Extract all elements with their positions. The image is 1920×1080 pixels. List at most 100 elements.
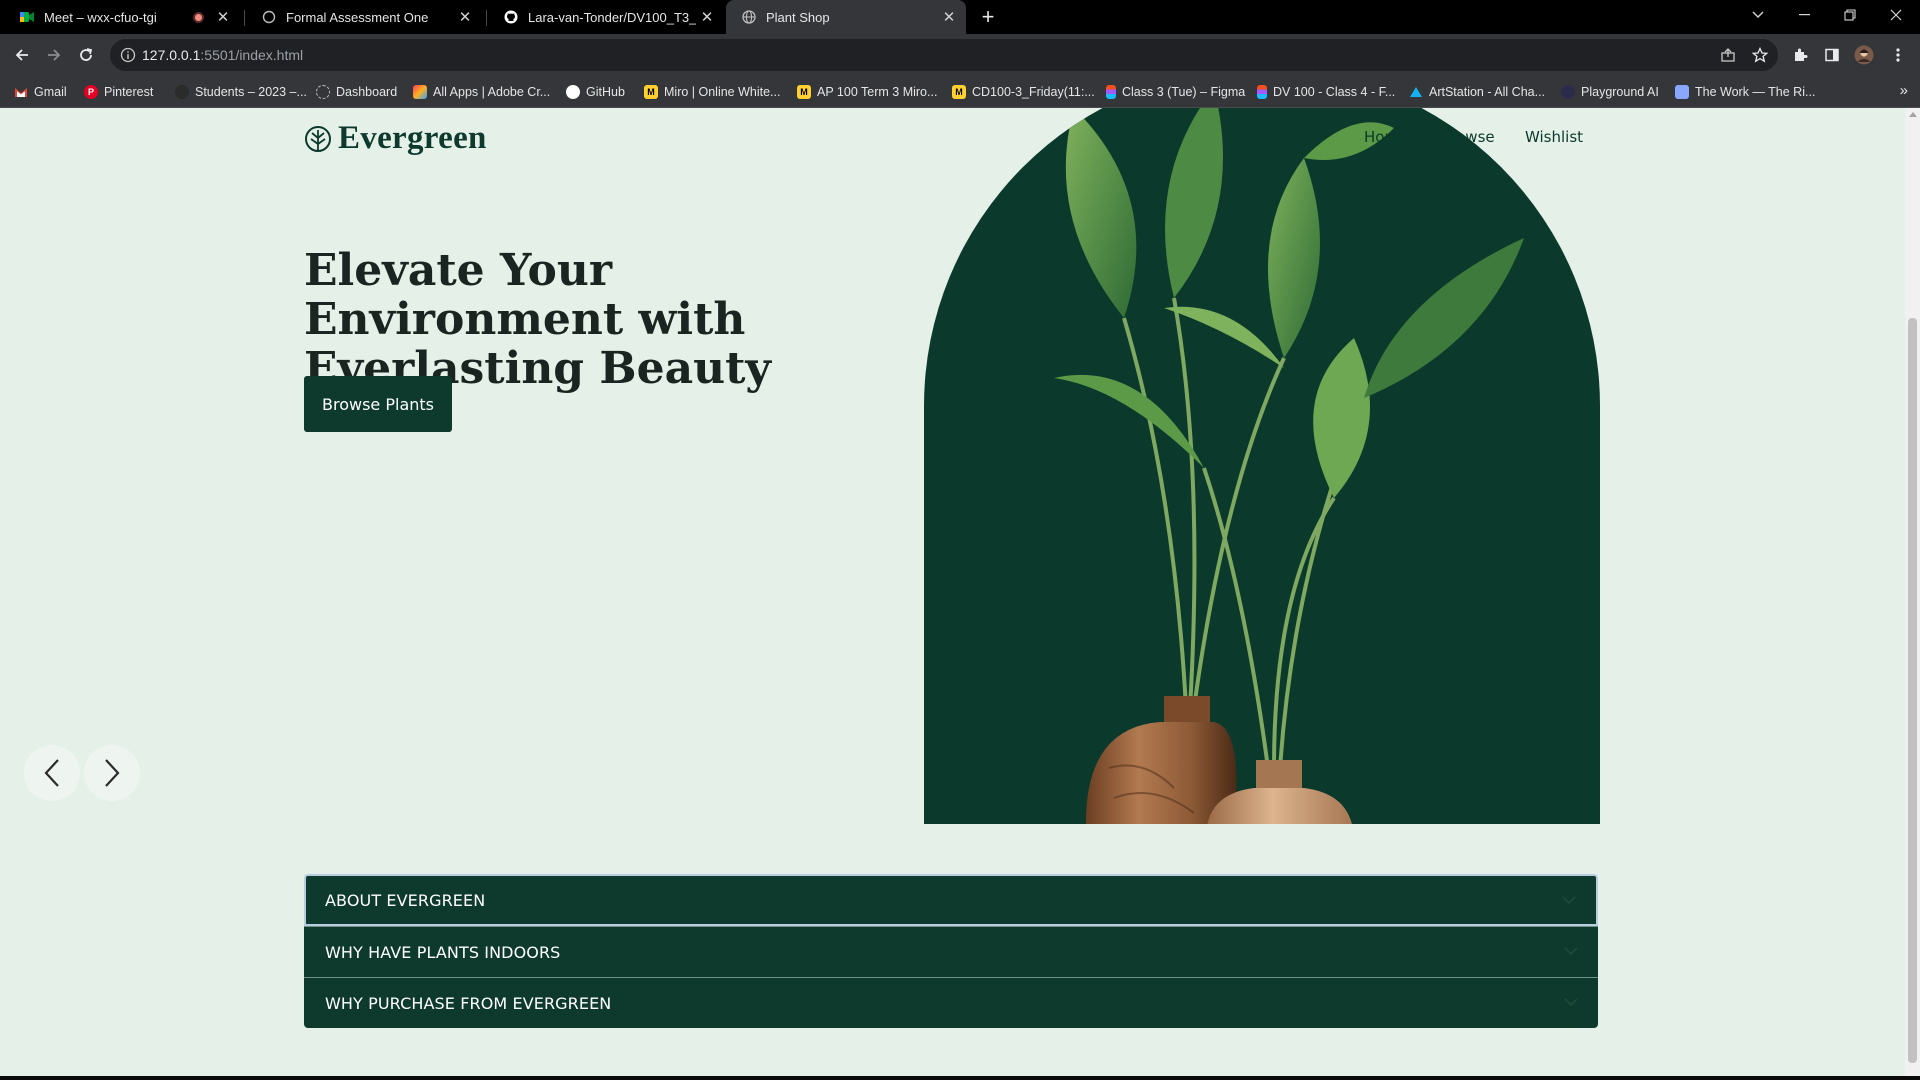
chevron-down-icon (1562, 896, 1576, 904)
brand-logo[interactable]: Evergreen (304, 120, 487, 157)
share-icon[interactable] (1714, 41, 1742, 69)
accordion-why-purchase[interactable]: WHY PURCHASE FROM EVERGREEN (304, 977, 1598, 1028)
back-button[interactable] (8, 41, 36, 69)
tab-title: Plant Shop (766, 9, 830, 25)
tab-divider (244, 10, 245, 26)
circle-icon (175, 85, 189, 99)
bookmark-cd100-miro[interactable]: M CD100-3_Friday(11:... (952, 83, 1095, 101)
tab-plant-shop[interactable]: Plant Shop ✕ (726, 0, 966, 34)
pinterest-icon: P (84, 85, 98, 99)
tab-title: Formal Assessment One (286, 9, 429, 25)
figma-icon (1106, 85, 1116, 99)
nav-home[interactable]: Home (1364, 128, 1408, 146)
reload-button[interactable] (72, 41, 100, 69)
carousel-prev-button[interactable] (24, 745, 80, 801)
browser-toolbar: 127.0.0.1:5501/index.html (0, 34, 1920, 76)
accordion-label: ABOUT EVERGREEN (325, 890, 486, 910)
github-icon (504, 10, 518, 24)
brand-name: Evergreen (338, 120, 487, 156)
bookmarks-overflow-icon[interactable]: » (1900, 82, 1908, 99)
bookmark-miro[interactable]: M Miro | Online White... (644, 83, 780, 101)
bookmarks-bar: Gmail P Pinterest Students – 2023 –... Da… (0, 76, 1920, 108)
chevron-down-icon (1564, 998, 1578, 1006)
bookmark-figma-dv100[interactable]: DV 100 - Class 4 - F... (1257, 83, 1395, 101)
menu-kebab-icon[interactable] (1884, 41, 1912, 69)
google-meet-icon (20, 10, 34, 24)
close-icon[interactable]: ✕ (454, 6, 476, 28)
miro-icon: M (952, 85, 966, 99)
site-info-icon[interactable] (120, 47, 136, 63)
arrow-right-icon (48, 49, 61, 61)
hero-title: Elevate Your Environment with Everlastin… (304, 245, 771, 394)
leaf-logo-icon (305, 125, 331, 152)
scrollbar-thumb[interactable] (1908, 318, 1917, 1063)
tab-github-repo[interactable]: Lara-van-Tonder/DV100_T3_Form ✕ (488, 0, 724, 34)
scroll-up-arrow-icon[interactable] (1909, 112, 1917, 117)
bookmark-dashboard[interactable]: Dashboard (316, 83, 397, 101)
tab-search-button[interactable] (1735, 0, 1781, 30)
carousel-next-button[interactable] (84, 745, 140, 801)
globe-icon (742, 10, 756, 24)
bookmark-ap100-miro[interactable]: M AP 100 Term 3 Miro... (797, 83, 937, 101)
tab-formal-assessment[interactable]: Formal Assessment One ✕ (246, 0, 482, 34)
bookmark-github[interactable]: GitHub (566, 83, 625, 101)
tab-meet[interactable]: Meet – wxx-cfuo-tgi ✕ (4, 0, 240, 34)
restore-button[interactable] (1827, 0, 1873, 30)
bookmark-adobe[interactable]: All Apps | Adobe Cr... (413, 83, 550, 101)
reload-icon (80, 48, 93, 61)
tab-title: Lara-van-Tonder/DV100_T3_Form (528, 9, 696, 25)
bookmark-playground-ai[interactable]: Playground AI (1561, 83, 1659, 101)
tab-title: Meet – wxx-cfuo-tgi (44, 9, 157, 25)
miro-icon: M (644, 85, 658, 99)
hero-image (924, 108, 1600, 824)
bookmark-the-work[interactable]: The Work — The Ri... (1675, 83, 1815, 101)
chevron-right-icon (105, 759, 120, 787)
new-tab-button[interactable]: + (975, 4, 1001, 30)
close-icon[interactable]: ✕ (938, 6, 960, 28)
github-icon (566, 85, 580, 99)
bookmark-artstation[interactable]: ArtStation - All Cha... (1409, 83, 1545, 101)
adobe-cc-icon (413, 85, 427, 99)
bookmark-students[interactable]: Students – 2023 –... (175, 83, 307, 101)
figma-icon (1257, 85, 1267, 99)
nav-browse[interactable]: Browse (1440, 128, 1495, 146)
accordion-label: WHY PURCHASE FROM EVERGREEN (325, 993, 612, 1013)
url-text: 127.0.0.1:5501/index.html (142, 47, 304, 63)
bookmark-figma-class3[interactable]: Class 3 (Tue) – Figma (1106, 83, 1245, 101)
loading-circle-icon (262, 10, 276, 24)
tab-divider (486, 10, 487, 26)
minimize-button[interactable] (1781, 0, 1827, 30)
bookmark-gmail[interactable]: Gmail (14, 83, 67, 101)
page-scrollbar[interactable] (1905, 108, 1920, 1076)
accordion-why-plants-indoors[interactable]: WHY HAVE PLANTS INDOORS (304, 926, 1598, 977)
chevron-left-icon (44, 759, 59, 787)
forward-button[interactable] (40, 41, 68, 69)
page-viewport: Evergreen Elevate Your Environment with … (0, 108, 1920, 1076)
close-icon[interactable]: ✕ (696, 6, 718, 28)
bookmark-star-icon[interactable] (1746, 41, 1774, 69)
playground-icon (1561, 85, 1575, 99)
accordion-label: WHY HAVE PLANTS INDOORS (325, 942, 561, 962)
address-bar[interactable]: 127.0.0.1:5501/index.html (110, 39, 1778, 71)
chevron-down-icon (1564, 947, 1578, 955)
profile-avatar[interactable] (1850, 41, 1878, 69)
tab-strip: Meet – wxx-cfuo-tgi ✕ Formal Assessment … (0, 0, 1920, 34)
close-icon[interactable]: ✕ (212, 6, 234, 28)
bookmark-pinterest[interactable]: P Pinterest (84, 83, 153, 101)
window-bottom-edge (0, 1076, 1920, 1080)
dashed-circle-icon (316, 85, 330, 99)
nav-wishlist[interactable]: Wishlist (1525, 128, 1583, 146)
extensions-icon[interactable] (1786, 41, 1814, 69)
artstation-icon (1409, 85, 1423, 99)
accordion-about-evergreen[interactable]: ABOUT EVERGREEN (304, 874, 1598, 926)
the-work-icon (1675, 85, 1689, 99)
plant-vases-image (1054, 108, 1524, 824)
close-window-button[interactable] (1873, 0, 1919, 30)
side-panel-icon[interactable] (1818, 41, 1846, 69)
arrow-left-icon (15, 49, 28, 61)
gmail-icon (14, 85, 28, 99)
recording-icon (193, 11, 204, 23)
miro-icon: M (797, 85, 811, 99)
info-accordion: ABOUT EVERGREEN WHY HAVE PLANTS INDOORS … (304, 874, 1598, 1028)
browse-plants-button[interactable]: Browse Plants (304, 376, 452, 432)
